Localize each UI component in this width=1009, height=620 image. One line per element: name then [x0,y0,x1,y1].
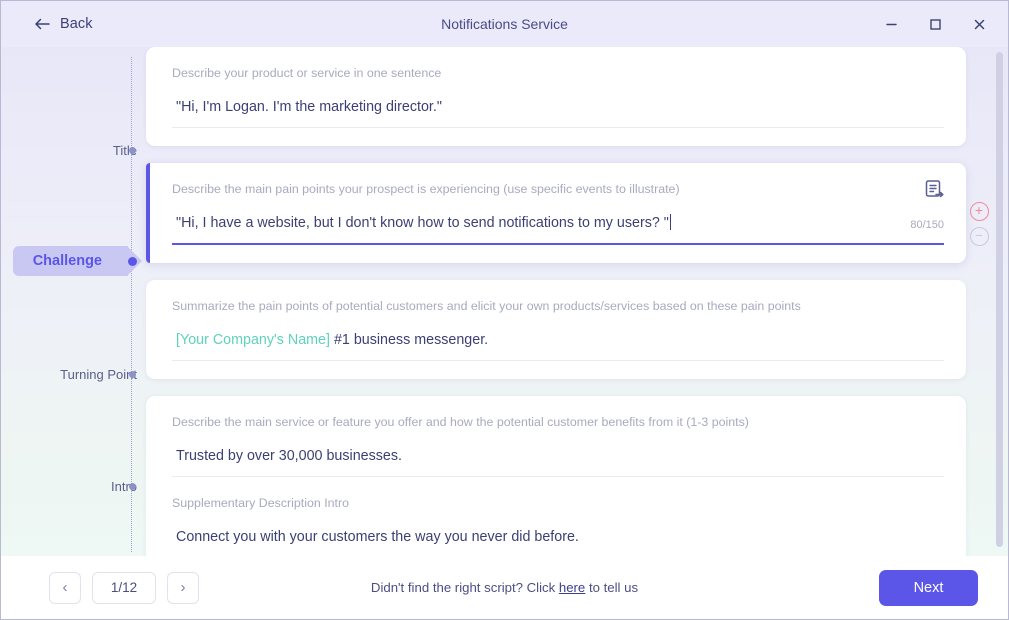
maximize-icon [929,18,941,30]
timeline-dot-icon [128,256,137,266]
script-field[interactable]: Supplementary Description Intro Connect … [172,495,944,556]
close-button[interactable] [964,10,994,38]
feedback-hint-after: to tell us [585,580,639,595]
timeline-node-title[interactable]: Title [1,139,146,161]
timeline-dot-icon [129,482,136,490]
minimize-icon [885,23,897,25]
script-field[interactable]: Describe your product or service in one … [172,65,944,136]
timeline-node-challenge[interactable]: Challenge [1,246,146,276]
arrow-left-icon [33,15,51,33]
vertical-scrollbar[interactable] [996,47,1003,556]
timeline-node-turning-point[interactable]: Turning Point [1,363,146,385]
script-field-value[interactable]: [Your Company's Name] #1 business messen… [172,330,944,350]
script-field[interactable]: Summarize the pain points of potential c… [172,298,944,369]
script-field-input-row[interactable]: [Your Company's Name] #1 business messen… [172,330,944,361]
title-bar: Back Notifications Service [1,1,1008,47]
script-field-value[interactable]: Connect you with your customers the way … [172,527,944,547]
prev-page-button[interactable]: ‹ [49,571,81,604]
timeline-active-badge: Challenge [12,246,143,276]
script-field-text: "Hi, I have a website, but I don't know … [176,215,669,231]
timeline-node-label: Challenge [32,253,102,269]
pagination: ‹ 1/12 › [49,571,199,604]
minimize-button[interactable] [876,10,906,38]
feedback-hint-before: Didn't find the right script? Click [370,580,559,595]
script-field-text: #1 business messenger. [329,332,489,348]
script-field-value[interactable]: "Hi, I'm Logan. I'm the marketing direct… [172,97,944,117]
script-field[interactable]: Describe the main service or feature you… [172,414,944,485]
script-card[interactable]: Describe your product or service in one … [146,47,966,146]
character-counter: 80/150 [910,219,944,231]
script-field-label: Describe the main pain points your prosp… [172,182,680,196]
window-controls [876,10,994,38]
script-card[interactable]: Describe the main service or feature you… [146,396,966,556]
timeline-dot-icon [129,146,136,154]
text-caret [669,214,671,230]
page-indicator[interactable]: 1/12 [92,571,156,604]
back-button[interactable]: Back [33,15,93,33]
script-field-label: Supplementary Description Intro [172,496,349,510]
script-field-label: Summarize the pain points of potential c… [172,299,801,313]
maximize-button[interactable] [920,10,950,38]
timeline-node-label: Turning Point [60,366,137,382]
app-window: Back Notifications Service Title Challen… [0,0,1009,620]
script-field-label: Describe your product or service in one … [172,66,442,80]
main-canvas: Title Challenge Turning Point Intro Desc… [1,47,1008,556]
scrollbar-thumb[interactable] [996,52,1003,547]
window-title: Notifications Service [441,16,568,32]
add-card-button[interactable]: + [969,202,989,221]
bottom-bar: ‹ 1/12 › Didn't find the right script? C… [1,556,1008,619]
script-field-value[interactable]: Trusted by over 30,000 businesses. [172,446,944,466]
script-field-input-row[interactable]: "Hi, I have a website, but I don't know … [172,213,944,245]
script-field-label: Describe the main service or feature you… [172,415,749,429]
script-card[interactable]: Summarize the pain points of potential c… [146,280,966,379]
timeline-dot-icon [129,370,136,378]
script-field-input-row[interactable]: "Hi, I'm Logan. I'm the marketing direct… [172,97,944,128]
next-page-button[interactable]: › [167,571,199,604]
script-card-active[interactable]: Describe the main pain points your prosp… [146,163,966,263]
back-button-label: Back [60,16,93,32]
script-field[interactable]: Describe the main pain points your prosp… [172,181,944,253]
timeline-node-intro[interactable]: Intro [1,475,146,497]
next-button[interactable]: Next [879,569,978,606]
script-card-list: Describe your product or service in one … [146,47,966,556]
script-field-input-row[interactable]: Trusted by over 30,000 businesses. [172,446,944,477]
remove-card-button[interactable]: − [969,227,989,246]
stage-timeline: Title Challenge Turning Point Intro [1,47,146,556]
script-field-input-row[interactable]: Connect you with your customers the way … [172,527,944,556]
feedback-link[interactable]: here [559,580,585,595]
card-controls-rail: + − [966,202,992,246]
script-field-value[interactable]: "Hi, I have a website, but I don't know … [172,213,944,233]
company-name-token[interactable]: [Your Company's Name] [176,332,330,348]
close-icon [974,19,984,29]
